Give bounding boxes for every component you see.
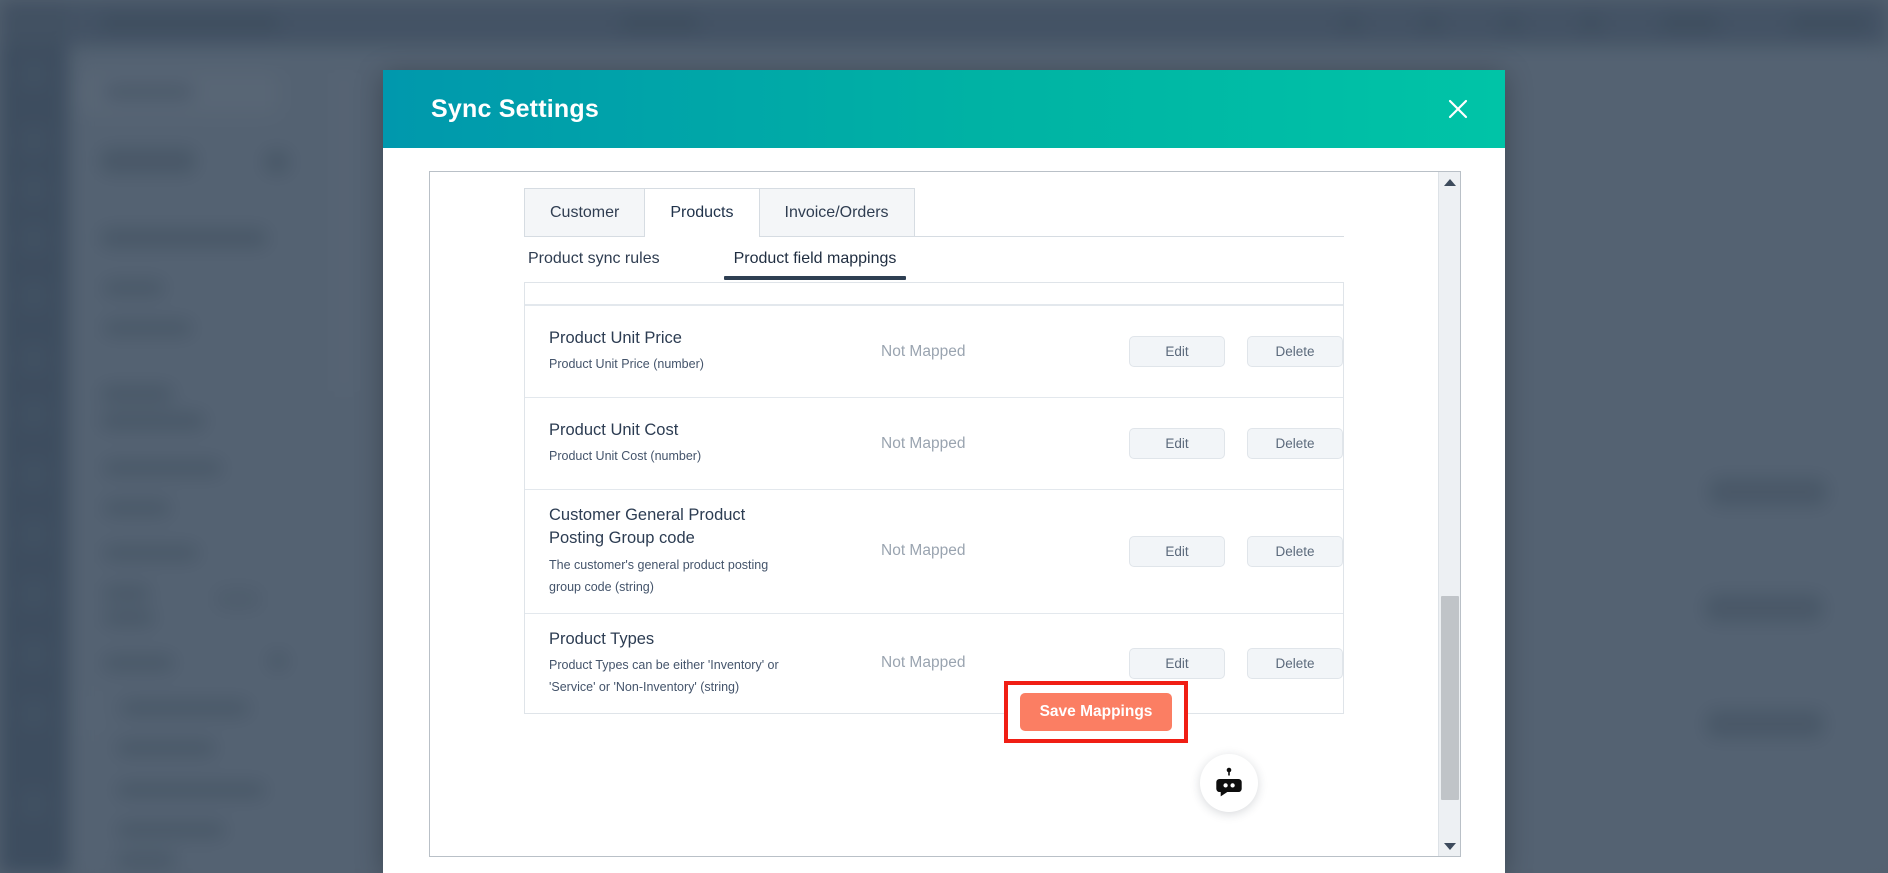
modal-body: Customer Products Invoice/Orders Product… — [429, 171, 1461, 857]
table-cell-actions: Edit Delete — [1125, 535, 1343, 567]
vertical-scrollbar[interactable] — [1438, 172, 1460, 856]
scrollbar-thumb[interactable] — [1441, 596, 1459, 800]
delete-button[interactable]: Delete — [1247, 535, 1343, 567]
tab-product-sync-rules[interactable]: Product sync rules — [524, 244, 664, 280]
field-name: Customer General Product Posting Group c… — [549, 506, 746, 548]
edit-button[interactable]: Edit — [1129, 647, 1225, 679]
main-tab-bar: Customer Products Invoice/Orders — [524, 187, 1344, 237]
table-row: Customer General Product Posting Group c… — [525, 489, 1343, 613]
close-icon[interactable] — [1441, 92, 1475, 126]
field-description: Product Types can be either 'Inventory' … — [549, 658, 779, 694]
save-button-highlight-annotation: Save Mappings — [1004, 681, 1188, 743]
tab-label: Product field mappings — [733, 250, 897, 267]
table-cell-actions: Edit Delete — [1125, 336, 1343, 367]
status-badge: Not Mapped — [881, 542, 966, 560]
tab-product-field-mappings[interactable]: Product field mappings — [723, 244, 907, 280]
status-badge: Not Mapped — [881, 434, 966, 452]
field-name: Product Unit Cost — [549, 420, 679, 439]
tab-products[interactable]: Products — [644, 188, 760, 237]
table-cell-actions: Edit Delete — [1125, 428, 1343, 459]
field-mappings-table: Product Unit Price Product Unit Price (n… — [524, 282, 1344, 714]
scrollable-content: Customer Products Invoice/Orders Product… — [430, 172, 1440, 856]
status-badge: Not Mapped — [881, 342, 966, 360]
table-cell-field: Product Unit Cost Product Unit Cost (num… — [525, 419, 875, 468]
edit-button[interactable]: Edit — [1129, 535, 1225, 567]
status-badge: Not Mapped — [881, 654, 966, 672]
delete-button[interactable]: Delete — [1247, 647, 1343, 679]
field-name: Product Unit Price — [549, 328, 682, 347]
field-description: Product Unit Cost (number) — [549, 449, 702, 464]
chat-bot-icon[interactable] — [1200, 754, 1258, 812]
edit-button[interactable]: Edit — [1129, 336, 1225, 367]
tab-label: Products — [670, 203, 734, 221]
field-name: Product Types — [549, 629, 655, 648]
tab-label: Product sync rules — [528, 250, 660, 267]
field-description: Product Unit Price (number) — [549, 357, 704, 372]
modal-header: Sync Settings — [383, 70, 1505, 148]
sub-tab-bar: Product sync rules Product field mapping… — [524, 240, 1344, 284]
tab-label: Customer — [550, 203, 620, 221]
table-cell-field: Customer General Product Posting Group c… — [525, 504, 875, 599]
table-row: Product Types Product Types can be eithe… — [525, 612, 1343, 713]
sync-settings-modal: Sync Settings Customer Products Invoice/… — [383, 70, 1505, 873]
table-row: Product Unit Cost Product Unit Cost (num… — [525, 397, 1343, 489]
table-cell-field: Product Unit Price Product Unit Price (n… — [525, 327, 875, 376]
page-title: Sync Settings — [431, 94, 599, 123]
edit-button[interactable]: Edit — [1129, 428, 1225, 459]
delete-button[interactable]: Delete — [1247, 336, 1343, 367]
tab-label: Invoice/Orders — [784, 203, 889, 221]
table-header-strip — [525, 283, 1343, 305]
tab-customer[interactable]: Customer — [524, 188, 646, 236]
save-mappings-button[interactable]: Save Mappings — [1020, 693, 1172, 731]
chevron-up-icon[interactable] — [1439, 172, 1460, 192]
chevron-down-icon[interactable] — [1439, 836, 1460, 856]
table-cell-actions: Edit Delete — [1125, 647, 1343, 679]
tab-invoice-orders[interactable]: Invoice/Orders — [758, 188, 915, 236]
field-description: The customer's general product posting g… — [549, 557, 769, 594]
table-row: Product Unit Price Product Unit Price (n… — [525, 305, 1343, 397]
table-cell-field: Product Types Product Types can be eithe… — [525, 628, 875, 699]
delete-button[interactable]: Delete — [1247, 428, 1343, 459]
